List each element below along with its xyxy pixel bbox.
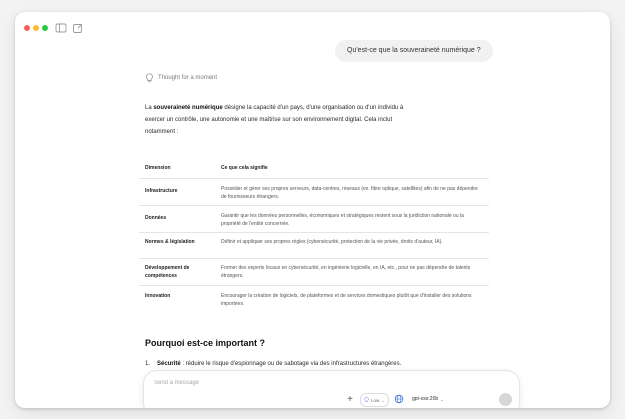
message-input[interactable] [154, 377, 454, 389]
dimension-table: Dimension Ce que cela signifie Infrastru… [139, 157, 489, 312]
table-cell-meaning: Encourager la création de logiciels, de … [221, 293, 472, 307]
chevron-down-icon: ⌄ [381, 397, 385, 403]
title-bar [15, 12, 610, 40]
list-item-text: : réduire le risque d'espionnage ou de s… [180, 361, 402, 367]
table-row: Innovation Encourager la création de log… [139, 286, 489, 312]
section-heading: Pourquoi est-ce important ? [145, 338, 266, 348]
intro-bold-term: souveraineté numérique [153, 105, 223, 111]
send-icon[interactable] [499, 393, 512, 406]
intro-text-3: notamment : [145, 129, 179, 135]
list-item: 1. Sécurité : réduire le risque d'espionn… [145, 359, 515, 369]
minimize-window-button[interactable] [33, 25, 39, 31]
sidebar-toggle-icon[interactable] [55, 22, 67, 34]
table-row: Infrastructure Posséder et gérer ses pro… [139, 179, 489, 206]
table-cell-meaning: Définir et appliquer ses propres règles … [221, 239, 443, 245]
table-cell-meaning: Garantir que les données personnelles, é… [221, 213, 464, 227]
plus-icon[interactable]: + [344, 393, 356, 405]
user-message-bubble: Qu'est-ce que la souveraineté numérique … [335, 40, 493, 62]
new-chat-icon[interactable] [72, 22, 84, 34]
reasoning-level-label: Low [371, 397, 380, 403]
table-cell-dimension: Normes & législation [145, 239, 195, 245]
close-window-button[interactable] [24, 25, 30, 31]
thought-indicator[interactable]: Thought for a moment [145, 72, 217, 84]
table-header-dimension: Dimension [145, 165, 171, 171]
thought-label: Thought for a moment [158, 75, 218, 81]
table-cell-dimension: Innovation [145, 293, 171, 299]
lightbulb-icon [146, 73, 153, 83]
table-row: Normes & législation Définir et applique… [139, 233, 489, 259]
table-header-row: Dimension Ce que cela signifie [139, 157, 489, 179]
table-cell-dimension: Infrastructure [145, 188, 178, 194]
user-message-text: Qu'est-ce que la souveraineté numérique … [347, 47, 481, 54]
table-cell-dimension: Développement de compétences [145, 265, 190, 279]
table-row: Données Garantir que les données personn… [139, 206, 489, 233]
answer-intro: La souveraineté numérique désigne la cap… [145, 102, 510, 138]
model-selector[interactable]: gpt-oss:20b ⌄ [412, 393, 444, 405]
chevron-down-icon: ⌄ [440, 396, 444, 402]
message-composer: + Low ⌄ gpt-oss:20b ⌄ [143, 370, 520, 408]
intro-text-2: exercer un contrôle, une autonomie et un… [145, 117, 393, 123]
app-window: Qu'est-ce que la souveraineté numérique … [15, 12, 610, 408]
model-name: gpt-oss:20b [412, 396, 439, 402]
table-cell-dimension: Données [145, 215, 167, 221]
intro-text-1: désigne la capacité d'un pays, d'une org… [222, 105, 404, 111]
lightbulb-icon [364, 397, 369, 402]
table-cell-meaning: Former des experts locaux en cybersécuri… [221, 265, 471, 279]
table-cell-meaning: Posséder et gérer ses propres serveurs, … [221, 186, 478, 200]
zoom-window-button[interactable] [42, 25, 48, 31]
list-item-title: Sécurité [157, 361, 181, 367]
table-header-meaning: Ce que cela signifie [221, 165, 268, 171]
table-row: Développement de compétences Former des … [139, 259, 489, 286]
globe-icon[interactable] [394, 393, 404, 405]
list-number: 1. [145, 361, 151, 367]
reasoning-level-button[interactable]: Low ⌄ [360, 393, 389, 407]
